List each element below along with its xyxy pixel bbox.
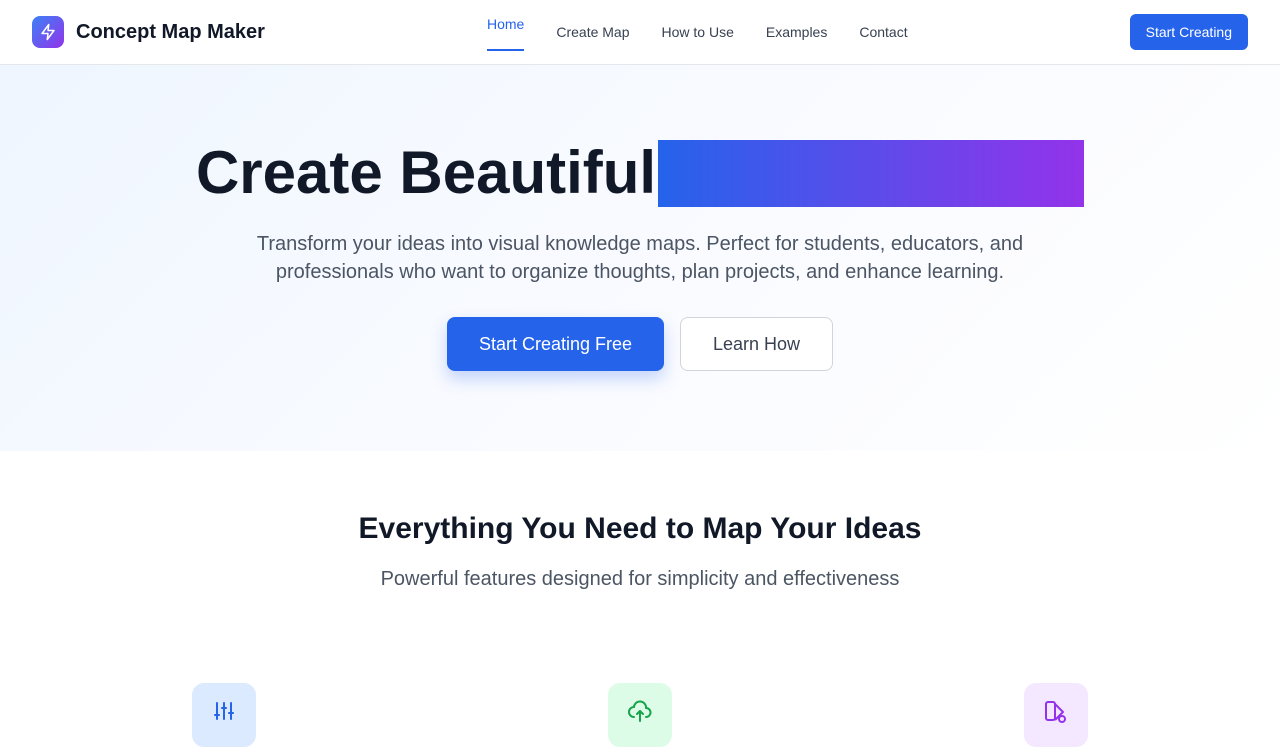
shapes-icon (1024, 683, 1088, 747)
nav-how-to-use[interactable]: How to Use (662, 0, 734, 64)
features-subtitle: Powerful features designed for simplicit… (380, 568, 900, 590)
start-creating-button[interactable]: Start Creating (1129, 14, 1248, 50)
start-creating-free-button[interactable]: Start Creating Free (446, 317, 664, 371)
nav-examples[interactable]: Examples (766, 0, 827, 64)
hero-subtitle: Transform your ideas into visual knowled… (256, 233, 1024, 283)
hero-actions: Start Creating Free Learn How (0, 317, 1280, 371)
main-nav: Home Create Map How to Use Examples Cont… (487, 0, 908, 64)
brand-name: Concept Map Maker (76, 20, 265, 43)
hero-title-text: Create Beautiful (195, 139, 657, 206)
brand[interactable]: Concept Map Maker (32, 16, 265, 48)
site-header: Concept Map Maker Home Create Map How to… (0, 0, 1280, 65)
nav-create-map[interactable]: Create Map (556, 0, 629, 64)
cloud-icon (608, 683, 672, 747)
bolt-icon (32, 16, 64, 48)
nav-home[interactable]: Home (487, 0, 525, 64)
learn-how-button[interactable]: Learn How (680, 317, 834, 371)
features-title: Everything You Need to Map Your Ideas (358, 512, 922, 545)
hero-section: Create Beautiful Transform your ideas in… (0, 65, 1280, 451)
hero-title: Create Beautiful (0, 139, 1280, 207)
hero-title-gradient-highlight (658, 139, 1085, 207)
nav-contact[interactable]: Contact (859, 0, 907, 64)
sliders-icon (192, 683, 256, 747)
